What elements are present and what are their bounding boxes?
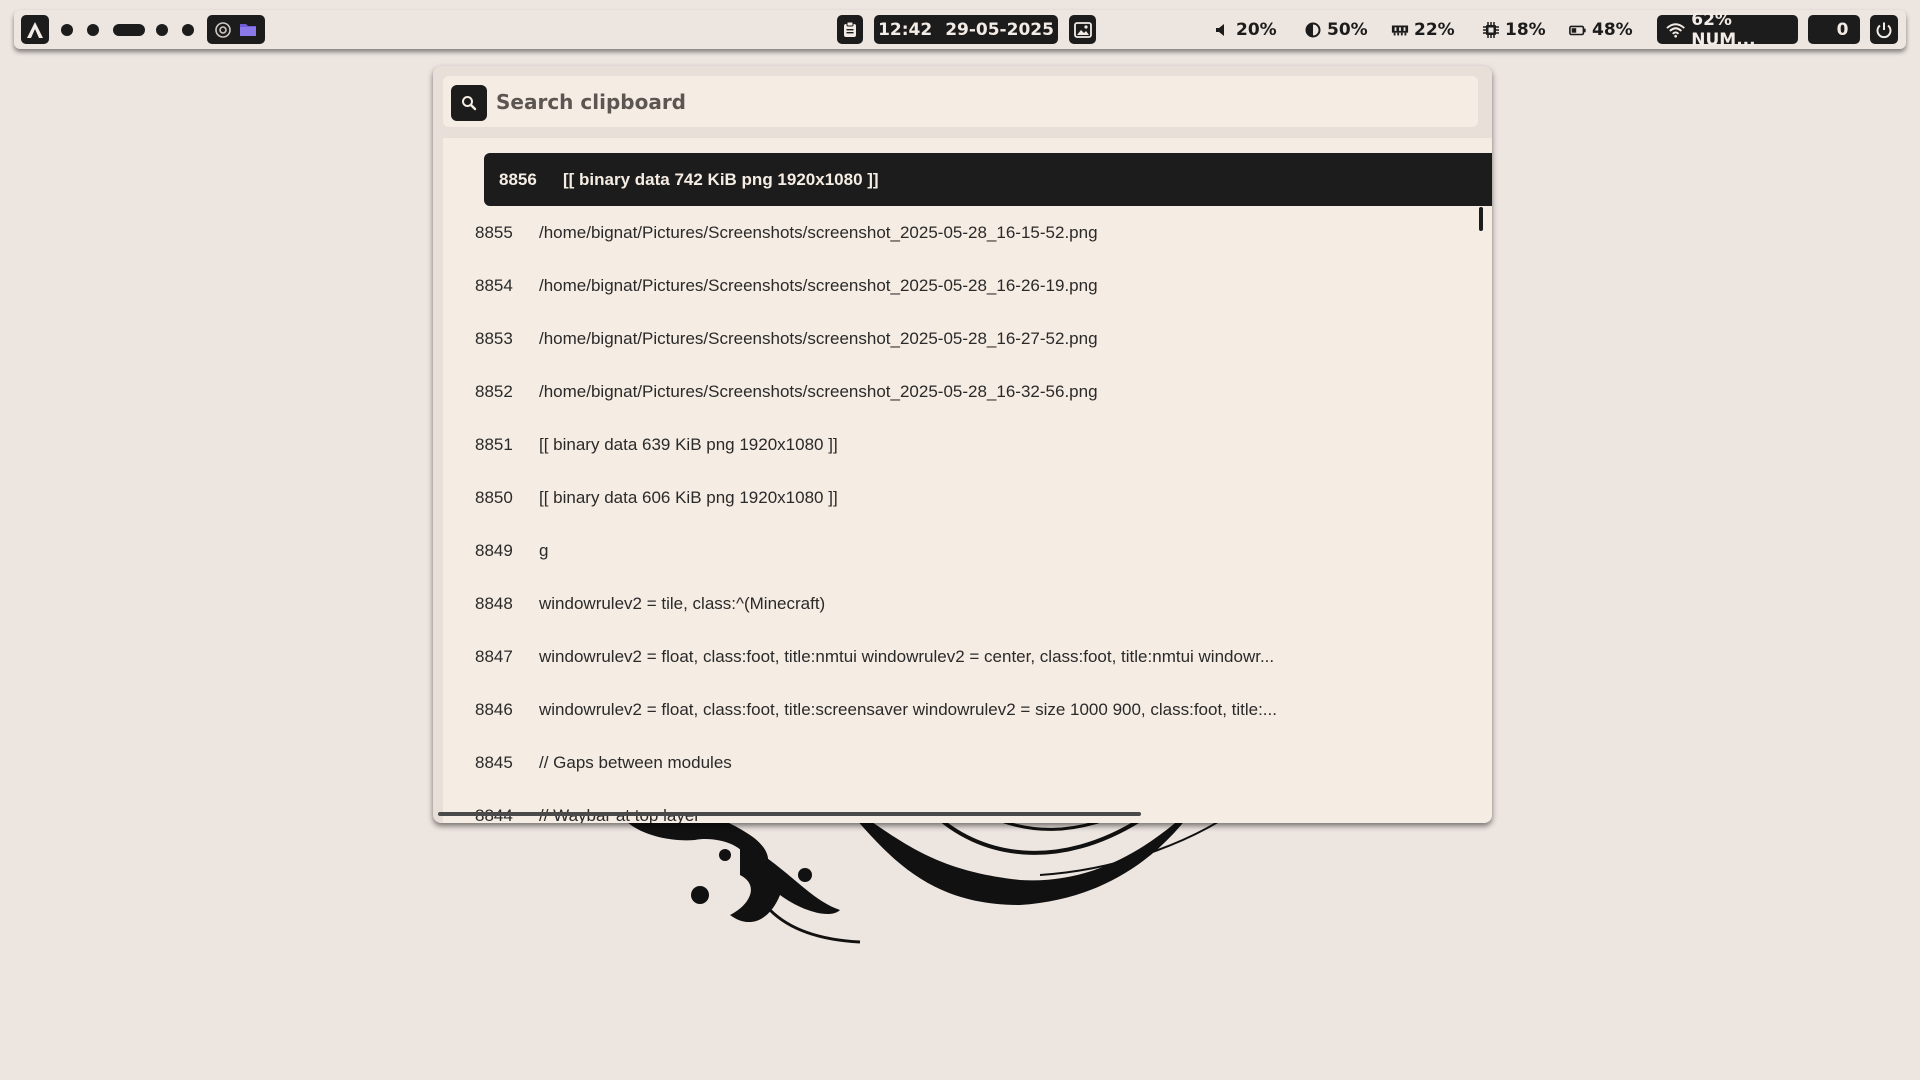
search-bar xyxy=(443,76,1478,127)
volume-level: 20% xyxy=(1236,19,1277,40)
clipboard-item[interactable]: 8848 windowrulev2 = tile, class:^(Minecra… xyxy=(443,577,1492,630)
clock[interactable]: 12:42 29-05-2025 xyxy=(874,15,1058,44)
memory-module[interactable]: 22% xyxy=(1391,15,1455,44)
notification-count: 0 xyxy=(1836,19,1849,40)
clipboard-item-id: 8850 xyxy=(475,487,513,507)
power-button[interactable] xyxy=(1870,15,1898,44)
workspace-4[interactable] xyxy=(156,24,168,36)
clipboard-item-id: 8849 xyxy=(475,540,513,560)
obs-icon[interactable] xyxy=(215,21,231,38)
power-icon xyxy=(1876,22,1892,38)
memory-usage: 22% xyxy=(1414,19,1455,40)
clock-date: 29-05-2025 xyxy=(945,19,1054,40)
clipboard-item-text: /home/bignat/Pictures/Screenshots/screen… xyxy=(539,275,1098,295)
speaker-icon xyxy=(1216,23,1224,36)
workspace-1[interactable] xyxy=(61,24,73,36)
clipboard-item[interactable]: 8845 // Gaps between modules xyxy=(443,736,1492,789)
clipboard-item-id: 8848 xyxy=(475,593,513,613)
arch-logo-button[interactable] xyxy=(21,15,49,44)
clipboard-item-text: windowrulev2 = tile, class:^(Minecraft) xyxy=(539,593,826,613)
clipboard-item-id: 8854 xyxy=(475,275,513,295)
wallpaper-button[interactable] xyxy=(1069,15,1096,44)
volume-module[interactable]: 20% xyxy=(1213,15,1277,44)
clipboard-item-id: 8852 xyxy=(475,381,513,401)
clipboard-item-text: [[ binary data 606 KiB png 1920x1080 ]] xyxy=(539,487,838,507)
workspace-5[interactable] xyxy=(182,24,194,36)
clipboard-item[interactable]: 8851 [[ binary data 639 KiB png 1920x1080… xyxy=(443,418,1492,471)
arch-logo-icon xyxy=(27,21,43,38)
clipboard-item-text: g xyxy=(539,540,549,560)
clipboard-item[interactable]: 8849 g xyxy=(443,524,1492,577)
workspace-2[interactable] xyxy=(87,24,99,36)
moon-icon xyxy=(1822,23,1829,36)
clipboard-button[interactable] xyxy=(837,15,863,44)
clipboard-item-text: /home/bignat/Pictures/Screenshots/screen… xyxy=(539,222,1098,242)
clipboard-item-selected[interactable]: 8856 [[ binary data 742 KiB png 1920x1080… xyxy=(484,153,1492,206)
clipboard-item-id: 8847 xyxy=(475,646,513,666)
clipboard-item[interactable]: 8844// Waybar at top layer xyxy=(443,789,1492,824)
clipboard-item[interactable]: 8852/home/bignat/Pictures/Screenshots/sc… xyxy=(443,365,1492,418)
clipboard-item-id: 8845 xyxy=(475,752,513,772)
battery-module[interactable]: 48% xyxy=(1569,15,1633,44)
image-icon xyxy=(1073,21,1092,38)
clipboard-item-id: 8846 xyxy=(475,699,513,719)
clipboard-item-text: windowrulev2 = float, class:foot, title:… xyxy=(539,646,1275,666)
brightness-module[interactable]: 50% xyxy=(1304,15,1368,44)
cpu-usage: 18% xyxy=(1505,19,1546,40)
cpu-icon xyxy=(1483,21,1499,38)
clipboard-item[interactable]: 8855/home/bignat/Pictures/Screenshots/sc… xyxy=(443,206,1492,259)
network-status: 62% NUM... xyxy=(1691,9,1756,50)
notification-module[interactable]: 0 xyxy=(1808,15,1860,44)
clipboard-item-id: 8851 xyxy=(475,434,513,454)
clipboard-item-text: // Gaps between modules xyxy=(539,752,732,772)
search-icon xyxy=(451,85,487,121)
horizontal-scrollbar[interactable] xyxy=(438,812,1141,816)
cpu-module[interactable]: 18% xyxy=(1482,15,1546,44)
clipboard-item-text: /home/bignat/Pictures/Screenshots/screen… xyxy=(539,328,1098,348)
clipboard-item-id: 8856 xyxy=(499,169,537,189)
wifi-icon xyxy=(1666,22,1685,38)
clipboard-item[interactable]: 8846 windowrulev2 = float, class:foot, ti… xyxy=(443,683,1492,736)
vertical-scrollbar[interactable] xyxy=(1479,207,1483,231)
clipboard-item[interactable]: 8847 windowrulev2 = float, class:foot, ti… xyxy=(443,630,1492,683)
brightness-icon xyxy=(1305,22,1321,37)
system-tray xyxy=(207,15,265,44)
search-input[interactable] xyxy=(496,82,1456,122)
clipboard-item[interactable]: 8850 [[ binary data 606 KiB png 1920x1080… xyxy=(443,471,1492,524)
network-module[interactable]: 62% NUM... xyxy=(1657,10,1798,50)
clipboard-item-text: [[ binary data 742 KiB png 1920x1080 ]] xyxy=(563,169,879,189)
battery-icon xyxy=(1569,25,1586,35)
battery-level: 48% xyxy=(1592,19,1633,40)
top-bar: 12:42 29-05-2025 20% 50% 22% 18% 48% 62%… xyxy=(14,10,1906,50)
folder-icon[interactable] xyxy=(239,22,257,37)
clipboard-icon xyxy=(844,21,856,37)
clipboard-item-id: 8855 xyxy=(475,222,513,242)
clipboard-item-text: /home/bignat/Pictures/Screenshots/screen… xyxy=(539,381,1098,401)
clipboard-item-text: windowrulev2 = float, class:foot, title:… xyxy=(539,699,1277,719)
clipboard-picker-window: 8856 [[ binary data 742 KiB png 1920x1080… xyxy=(433,66,1492,823)
clipboard-item-text: [[ binary data 639 KiB png 1920x1080 ]] xyxy=(539,434,838,454)
clipboard-item-id: 8853 xyxy=(475,328,513,348)
clipboard-item[interactable]: 8854/home/bignat/Pictures/Screenshots/sc… xyxy=(443,259,1492,312)
clipboard-list: 8856 [[ binary data 742 KiB png 1920x1080… xyxy=(443,138,1492,823)
brightness-level: 50% xyxy=(1327,19,1368,40)
clock-time: 12:42 xyxy=(878,19,933,40)
clipboard-item[interactable]: 8853/home/bignat/Pictures/Screenshots/sc… xyxy=(443,312,1492,365)
memory-icon xyxy=(1391,25,1409,35)
workspace-active[interactable] xyxy=(113,24,145,36)
